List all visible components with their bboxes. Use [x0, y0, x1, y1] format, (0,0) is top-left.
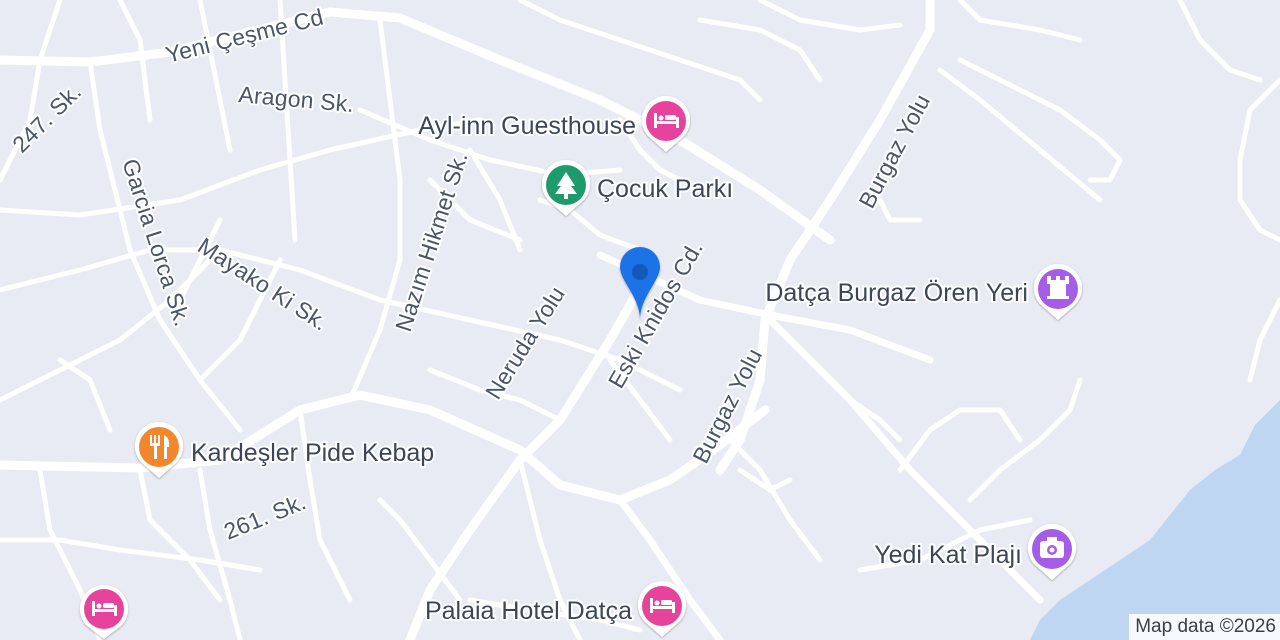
poi-ayl-inn-guesthouse[interactable]: Ayl-inn Guesthouse [416, 95, 691, 152]
poi-yedi-kat-plaji[interactable]: Yedi Kat Plajı [872, 523, 1077, 580]
poi-label: Çocuk Parkı [597, 175, 733, 203]
location-pin-dot [632, 264, 648, 280]
location-pin-icon[interactable] [620, 247, 660, 320]
location-pin-body [620, 247, 660, 320]
poi-kardesler-pide-kebap[interactable]: Kardeşler Pide Kebap [134, 421, 436, 478]
poi-label: Yedi Kat Plajı [874, 541, 1022, 569]
map-attribution[interactable]: Map data ©2026 [1129, 614, 1280, 640]
poi-datca-burgaz-oren-yeri[interactable]: Datça Burgaz Ören Yeri [763, 263, 1083, 320]
historic-castle-icon [1047, 276, 1069, 299]
poi-label: Kardeşler Pide Kebap [191, 439, 434, 467]
poi-cocuk-parki[interactable]: Çocuk Parkı [541, 159, 735, 216]
map-canvas[interactable]: Yeni Çeşme Cd Aragon Sk. 247. Sk. Garcia… [0, 0, 1280, 640]
poi-label: Ayl-inn Guesthouse [418, 112, 636, 140]
poi-layer: Ayl-inn Guesthouse Çocuk Parkı Datça Bur… [79, 95, 1083, 639]
poi-palaia-hotel-datca[interactable]: Palaia Hotel Datça [423, 580, 687, 637]
poi-label: Palaia Hotel Datça [425, 597, 632, 625]
poi-pin-fill [139, 427, 179, 467]
poi-label: Datça Burgaz Ören Yeri [765, 279, 1028, 307]
poi-hotel-unlabeled[interactable] [79, 584, 129, 639]
